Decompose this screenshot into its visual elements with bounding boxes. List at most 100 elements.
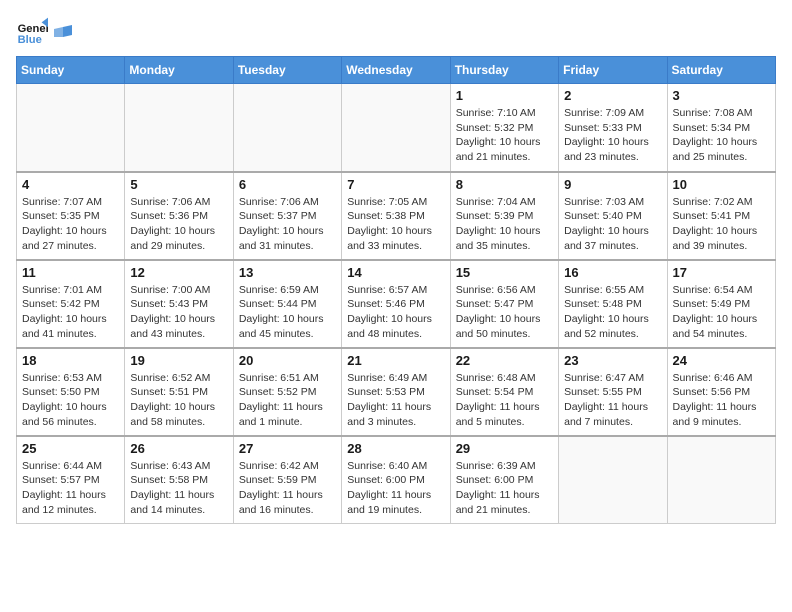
day-info: Sunrise: 6:53 AMSunset: 5:50 PMDaylight:… <box>22 371 119 430</box>
page-header: General Blue <box>16 16 776 48</box>
day-number: 23 <box>564 353 661 368</box>
day-info: Sunrise: 6:40 AMSunset: 6:00 PMDaylight:… <box>347 459 444 518</box>
day-info: Sunrise: 7:00 AMSunset: 5:43 PMDaylight:… <box>130 283 227 342</box>
day-info: Sunrise: 6:46 AMSunset: 5:56 PMDaylight:… <box>673 371 770 430</box>
calendar-cell: 24 Sunrise: 6:46 AMSunset: 5:56 PMDayligh… <box>667 348 775 436</box>
calendar-cell <box>559 436 667 524</box>
calendar-week-row: 25 Sunrise: 6:44 AMSunset: 5:57 PMDayligh… <box>17 436 776 524</box>
calendar-cell: 14 Sunrise: 6:57 AMSunset: 5:46 PMDayligh… <box>342 260 450 348</box>
calendar-cell: 28Sunrise: 6:40 AMSunset: 6:00 PMDayligh… <box>342 436 450 524</box>
day-info: Sunrise: 6:55 AMSunset: 5:48 PMDaylight:… <box>564 283 661 342</box>
calendar-cell: 13Sunrise: 6:59 AMSunset: 5:44 PMDayligh… <box>233 260 341 348</box>
calendar-cell: 26 Sunrise: 6:43 AMSunset: 5:58 PMDayligh… <box>125 436 233 524</box>
day-number: 24 <box>673 353 770 368</box>
day-number: 22 <box>456 353 553 368</box>
day-info: Sunrise: 7:10 AMSunset: 5:32 PMDaylight:… <box>456 106 553 165</box>
calendar-header-row: SundayMondayTuesdayWednesdayThursdayFrid… <box>17 57 776 84</box>
calendar-cell: 7 Sunrise: 7:05 AMSunset: 5:38 PMDaylight… <box>342 172 450 260</box>
calendar-week-row: 11 Sunrise: 7:01 AMSunset: 5:42 PMDayligh… <box>17 260 776 348</box>
day-number: 27 <box>239 441 336 456</box>
calendar-cell: 22Sunrise: 6:48 AMSunset: 5:54 PMDayligh… <box>450 348 558 436</box>
calendar-cell: 23Sunrise: 6:47 AMSunset: 5:55 PMDayligh… <box>559 348 667 436</box>
calendar-cell <box>17 84 125 172</box>
day-number: 4 <box>22 177 119 192</box>
day-info: Sunrise: 6:52 AMSunset: 5:51 PMDaylight:… <box>130 371 227 430</box>
day-number: 7 <box>347 177 444 192</box>
day-number: 12 <box>130 265 227 280</box>
logo-icon: General Blue <box>16 16 48 48</box>
day-number: 2 <box>564 88 661 103</box>
weekday-header-friday: Friday <box>559 57 667 84</box>
day-number: 8 <box>456 177 553 192</box>
calendar-cell: 18Sunrise: 6:53 AMSunset: 5:50 PMDayligh… <box>17 348 125 436</box>
day-info: Sunrise: 6:43 AMSunset: 5:58 PMDaylight:… <box>130 459 227 518</box>
weekday-header-saturday: Saturday <box>667 57 775 84</box>
calendar-cell: 8 Sunrise: 7:04 AMSunset: 5:39 PMDaylight… <box>450 172 558 260</box>
calendar-cell: 29 Sunrise: 6:39 AMSunset: 6:00 PMDayligh… <box>450 436 558 524</box>
day-number: 25 <box>22 441 119 456</box>
day-number: 26 <box>130 441 227 456</box>
calendar-cell: 2 Sunrise: 7:09 AMSunset: 5:33 PMDaylight… <box>559 84 667 172</box>
day-number: 14 <box>347 265 444 280</box>
calendar-cell: 1 Sunrise: 7:10 AMSunset: 5:32 PMDaylight… <box>450 84 558 172</box>
calendar-cell: 27 Sunrise: 6:42 AMSunset: 5:59 PMDayligh… <box>233 436 341 524</box>
calendar-week-row: 4 Sunrise: 7:07 AMSunset: 5:35 PMDaylight… <box>17 172 776 260</box>
calendar-cell: 9Sunrise: 7:03 AMSunset: 5:40 PMDaylight… <box>559 172 667 260</box>
day-number: 20 <box>239 353 336 368</box>
weekday-header-thursday: Thursday <box>450 57 558 84</box>
calendar-cell: 16 Sunrise: 6:55 AMSunset: 5:48 PMDayligh… <box>559 260 667 348</box>
calendar-week-row: 1 Sunrise: 7:10 AMSunset: 5:32 PMDaylight… <box>17 84 776 172</box>
calendar-cell: 5 Sunrise: 7:06 AMSunset: 5:36 PMDaylight… <box>125 172 233 260</box>
calendar-cell <box>233 84 341 172</box>
day-number: 21 <box>347 353 444 368</box>
day-number: 11 <box>22 265 119 280</box>
calendar-cell: 10 Sunrise: 7:02 AMSunset: 5:41 PMDayligh… <box>667 172 775 260</box>
day-number: 15 <box>456 265 553 280</box>
day-number: 10 <box>673 177 770 192</box>
calendar-cell: 17Sunrise: 6:54 AMSunset: 5:49 PMDayligh… <box>667 260 775 348</box>
calendar-cell <box>342 84 450 172</box>
day-info: Sunrise: 7:01 AMSunset: 5:42 PMDaylight:… <box>22 283 119 342</box>
svg-text:General: General <box>18 23 48 35</box>
logo: General Blue <box>16 16 72 48</box>
day-info: Sunrise: 7:08 AMSunset: 5:34 PMDaylight:… <box>673 106 770 165</box>
weekday-header-tuesday: Tuesday <box>233 57 341 84</box>
calendar-cell: 12 Sunrise: 7:00 AMSunset: 5:43 PMDayligh… <box>125 260 233 348</box>
calendar-cell: 11 Sunrise: 7:01 AMSunset: 5:42 PMDayligh… <box>17 260 125 348</box>
calendar-cell: 6 Sunrise: 7:06 AMSunset: 5:37 PMDaylight… <box>233 172 341 260</box>
day-info: Sunrise: 6:39 AMSunset: 6:00 PMDaylight:… <box>456 459 553 518</box>
calendar-cell: 4 Sunrise: 7:07 AMSunset: 5:35 PMDaylight… <box>17 172 125 260</box>
calendar-week-row: 18Sunrise: 6:53 AMSunset: 5:50 PMDayligh… <box>17 348 776 436</box>
weekday-header-wednesday: Wednesday <box>342 57 450 84</box>
day-info: Sunrise: 6:57 AMSunset: 5:46 PMDaylight:… <box>347 283 444 342</box>
day-number: 6 <box>239 177 336 192</box>
day-info: Sunrise: 6:49 AMSunset: 5:53 PMDaylight:… <box>347 371 444 430</box>
calendar-cell: 25 Sunrise: 6:44 AMSunset: 5:57 PMDayligh… <box>17 436 125 524</box>
calendar-cell <box>667 436 775 524</box>
day-info: Sunrise: 6:54 AMSunset: 5:49 PMDaylight:… <box>673 283 770 342</box>
day-number: 5 <box>130 177 227 192</box>
calendar-cell: 3 Sunrise: 7:08 AMSunset: 5:34 PMDaylight… <box>667 84 775 172</box>
weekday-header-sunday: Sunday <box>17 57 125 84</box>
day-number: 3 <box>673 88 770 103</box>
day-info: Sunrise: 7:04 AMSunset: 5:39 PMDaylight:… <box>456 195 553 254</box>
day-info: Sunrise: 6:51 AMSunset: 5:52 PMDaylight:… <box>239 371 336 430</box>
calendar-cell <box>125 84 233 172</box>
day-number: 16 <box>564 265 661 280</box>
day-info: Sunrise: 7:05 AMSunset: 5:38 PMDaylight:… <box>347 195 444 254</box>
day-number: 29 <box>456 441 553 456</box>
day-info: Sunrise: 7:07 AMSunset: 5:35 PMDaylight:… <box>22 195 119 254</box>
svg-text:Blue: Blue <box>18 34 42 46</box>
calendar-cell: 21 Sunrise: 6:49 AMSunset: 5:53 PMDayligh… <box>342 348 450 436</box>
day-info: Sunrise: 7:06 AMSunset: 5:37 PMDaylight:… <box>239 195 336 254</box>
day-info: Sunrise: 6:44 AMSunset: 5:57 PMDaylight:… <box>22 459 119 518</box>
day-info: Sunrise: 7:02 AMSunset: 5:41 PMDaylight:… <box>673 195 770 254</box>
calendar-cell: 15Sunrise: 6:56 AMSunset: 5:47 PMDayligh… <box>450 260 558 348</box>
day-number: 19 <box>130 353 227 368</box>
day-number: 1 <box>456 88 553 103</box>
day-info: Sunrise: 6:42 AMSunset: 5:59 PMDaylight:… <box>239 459 336 518</box>
day-info: Sunrise: 7:06 AMSunset: 5:36 PMDaylight:… <box>130 195 227 254</box>
weekday-header-monday: Monday <box>125 57 233 84</box>
day-info: Sunrise: 7:09 AMSunset: 5:33 PMDaylight:… <box>564 106 661 165</box>
calendar-cell: 19 Sunrise: 6:52 AMSunset: 5:51 PMDayligh… <box>125 348 233 436</box>
